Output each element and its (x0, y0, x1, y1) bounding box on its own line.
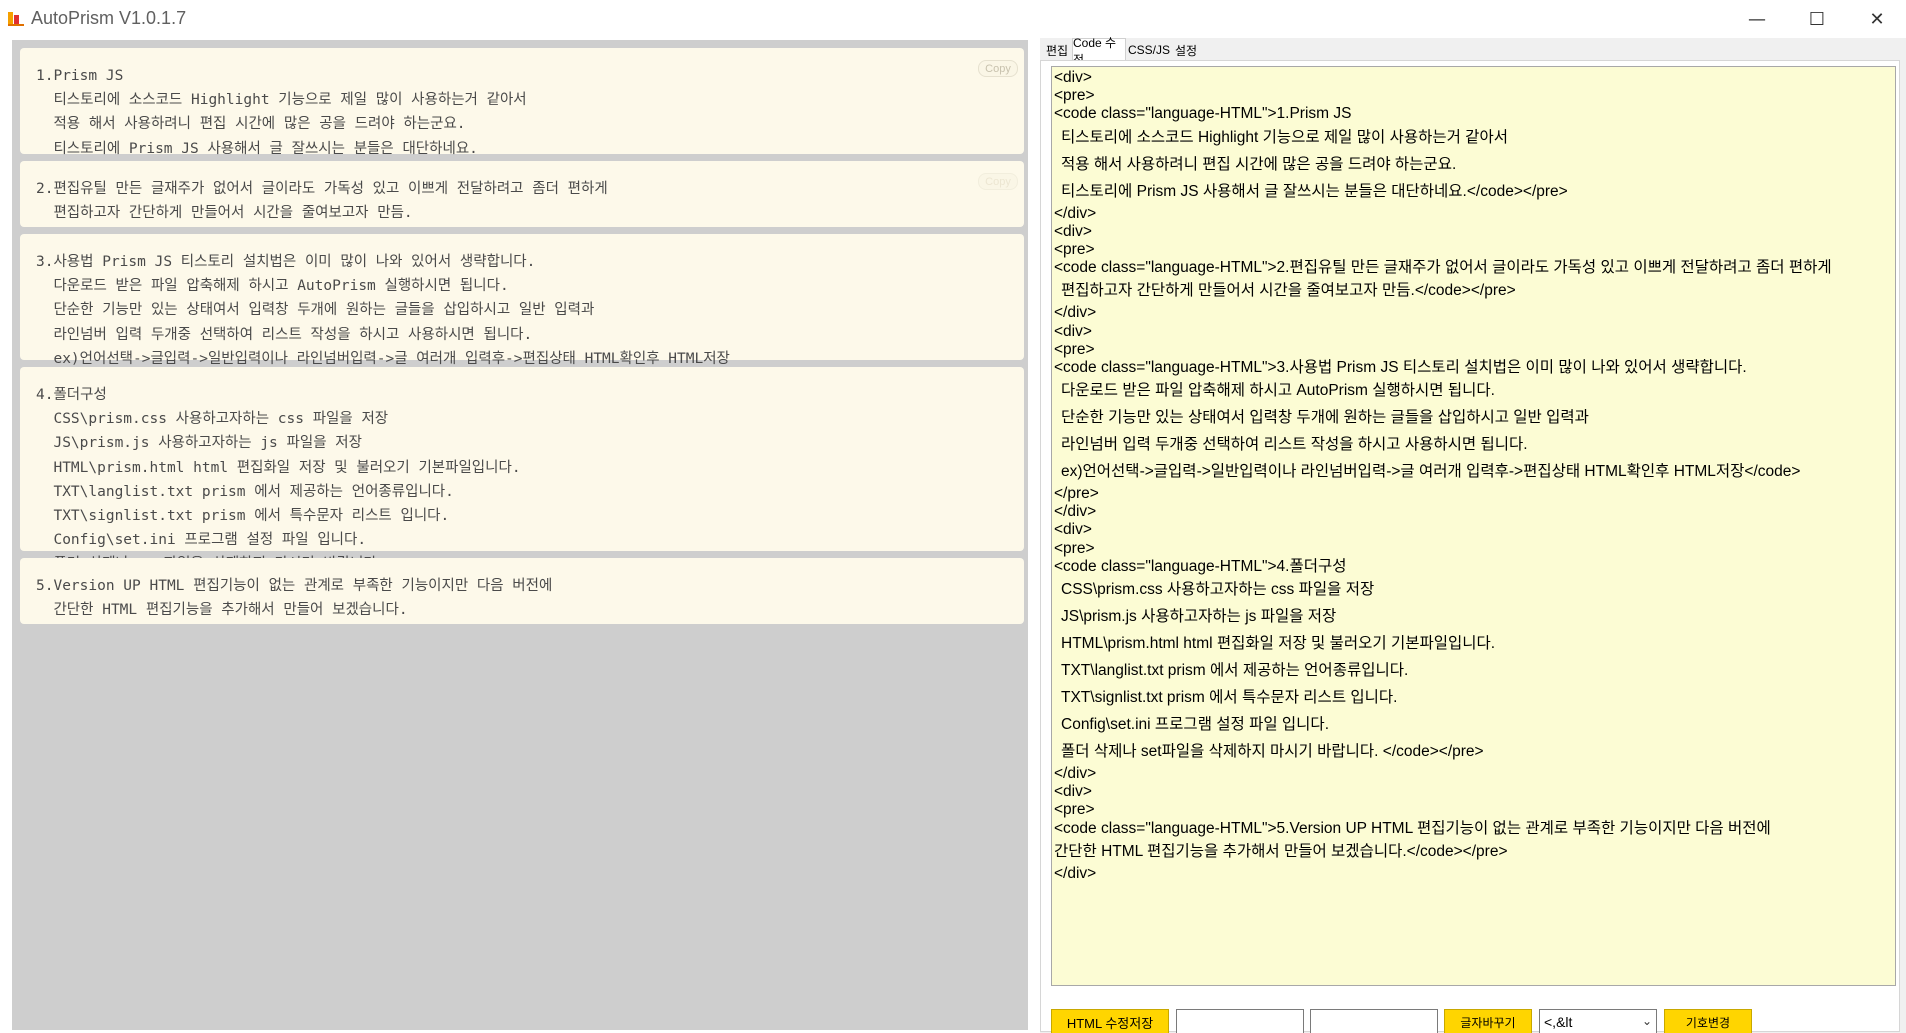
tab-settings[interactable]: 설정 (1172, 40, 1200, 60)
card-line: 다운로드 받은 파일 압축해제 하시고 AutoPrism 실행하시면 됩니다. (36, 278, 509, 295)
code-line: <pre> (1054, 340, 1095, 358)
symbol-change-button[interactable]: 기호변경 (1664, 1009, 1752, 1033)
code-line: <div> (1054, 322, 1092, 340)
code-line: TXT\langlist.txt prism 에서 제공하는 언어종류입니다. (1061, 662, 1409, 679)
code-line: <code class="language-HTML">4.폴더구성 (1054, 557, 1347, 575)
code-line: 티스토리에 소스코드 Highlight 기능으로 제일 많이 사용하는거 같아… (1061, 128, 1508, 146)
copy-button[interactable]: Copy (978, 173, 1018, 190)
code-line: </div> (1054, 864, 1097, 882)
code-line: <code class="language-HTML">2.편집유틸 만든 글재… (1054, 259, 1832, 277)
title-bar: AutoPrism V1.0.1.7 — ☐ ✕ (0, 0, 1906, 38)
bottom-toolbar: HTML 수정저장 글자바꾸기 <,&lt ⌄ 기호변경 (1041, 1009, 1901, 1033)
code-line: 편집하고자 간단하게 만들어서 시간을 줄여보고자 만듬.</code></pr… (1061, 282, 1516, 300)
code-tab-panel: <div> <pre> <code class="language-HTML">1.… (1040, 60, 1901, 1033)
code-line: <pre> (1054, 87, 1095, 105)
close-icon[interactable]: ✕ (1854, 0, 1900, 38)
chevron-down-icon: ⌄ (1641, 1014, 1652, 1028)
replace-text-button[interactable]: 글자바꾸기 (1444, 1009, 1532, 1033)
card-line: TXT\langlist.txt prism 에서 제공하는 언어종류입니다. (36, 483, 454, 500)
code-line: 다운로드 받은 파일 압축해제 하시고 AutoPrism 실행하시면 됩니다. (1061, 382, 1495, 400)
code-line: <code class="language-HTML">3.사용법 Prism … (1054, 358, 1747, 376)
code-line: 폴더 삭제나 set파일을 삭제하지 마시기 바랍니다. </code></pr… (1061, 743, 1484, 760)
app-logo-icon (8, 10, 24, 26)
code-line: </div> (1054, 204, 1097, 222)
card-line: 편집하고자 간단하게 만들어서 시간을 줄여보고자 만듬. (36, 205, 413, 222)
minimize-icon[interactable]: — (1734, 0, 1780, 38)
code-line: ex)언어선택->글입력->일반입력이나 라인넘버입력->글 여러개 입력후->… (1061, 463, 1801, 481)
card-line: 4.폴더구성 (36, 387, 107, 403)
maximize-icon[interactable]: ☐ (1794, 0, 1840, 38)
code-line: </pre> (1054, 485, 1099, 503)
code-line: <div> (1054, 69, 1092, 86)
card-line: TXT\signlist.txt prism 에서 특수문자 리스트 입니다. (36, 508, 450, 525)
code-line: 적용 해서 사용하려니 편집 시간에 많은 공을 드려야 하는군요. (1061, 155, 1457, 173)
tab-css-js[interactable]: CSS/JS (1127, 40, 1171, 60)
card-line: 3.사용법 Prism JS 티스토리 설치법은 이미 많이 나와 있어서 생략… (36, 254, 536, 270)
code-line: JS\prism.js 사용하고자하는 js 파일을 저장 (1061, 608, 1337, 625)
code-card-3: 3.사용법 Prism JS 티스토리 설치법은 이미 많이 나와 있어서 생략… (20, 234, 1024, 367)
html-save-button[interactable]: HTML 수정저장 (1051, 1009, 1169, 1033)
code-card-2: Copy 2.편집유틸 만든 글재주가 없어서 글이라도 가독성 있고 이쁘게 … (20, 161, 1024, 227)
html-code-editor[interactable]: <div> <pre> <code class="language-HTML">1.… (1051, 66, 1896, 986)
symbol-select[interactable]: <,&lt ⌄ (1539, 1009, 1657, 1033)
symbol-select-value: <,&lt (1544, 1014, 1573, 1030)
card-line: 티스토리에 소스코드 Highlight 기능으로 제일 많이 사용하는거 같아… (36, 92, 527, 109)
code-card-1: Copy 1.Prism JS 티스토리에 소스코드 Highlight 기능으… (20, 48, 1024, 157)
code-line: <pre> (1054, 240, 1095, 258)
card-line: 티스토리에 Prism JS 사용해서 글 잘쓰시는 분들은 대단하네요. (36, 140, 478, 157)
code-line: TXT\signlist.txt prism 에서 특수문자 리스트 입니다. (1061, 689, 1398, 706)
code-line: 간단한 HTML 편집기능을 추가해서 만들어 보겠습니다.</code></p… (1054, 842, 1508, 860)
code-line: <pre> (1054, 539, 1095, 557)
card-line: 2.편집유틸 만든 글재주가 없어서 글이라도 가독성 있고 이쁘게 전달하려고… (36, 181, 608, 197)
code-line: </div> (1054, 503, 1097, 521)
code-line: </div> (1054, 304, 1097, 322)
card-line: 라인넘버 입력 두개중 선택하여 리스트 작성을 하시고 사용하시면 됩니다. (36, 326, 533, 343)
card-line: JS\prism.js 사용하고자하는 js 파일을 저장 (36, 435, 362, 452)
card-line: HTML\prism.html html 편집화일 저장 및 불러오기 기본파일… (36, 459, 521, 476)
tab-code-edit[interactable]: Code 수정 (1072, 36, 1126, 67)
card-line: CSS\prism.css 사용하고자하는 css 파일을 저장 (36, 411, 389, 428)
code-line: </div> (1054, 765, 1097, 782)
code-line: 티스토리에 Prism JS 사용해서 글 잘쓰시는 분들은 대단하네요.</c… (1061, 182, 1568, 200)
card-line: 1.Prism JS (36, 68, 124, 84)
code-line: <div> (1054, 222, 1092, 240)
code-line: 단순한 기능만 있는 상태여서 입력창 두개에 원하는 글들을 삽입하시고 일반… (1061, 409, 1589, 427)
tab-edit[interactable]: 편집 (1043, 40, 1071, 60)
preview-pane: Copy 1.Prism JS 티스토리에 소스코드 Highlight 기능으… (12, 40, 1028, 1030)
code-card-4: 4.폴더구성 CSS\prism.css 사용하고자하는 css 파일을 저장 … (20, 367, 1024, 572)
code-line: CSS\prism.css 사용하고자하는 css 파일을 저장 (1061, 581, 1375, 598)
code-line: <code class="language-HTML">1.Prism JS (1054, 105, 1352, 123)
replace-text-input[interactable] (1310, 1009, 1438, 1033)
card-line: Config\set.ini 프로그램 설정 파일 입니다. (36, 532, 367, 549)
code-line: <pre> (1054, 801, 1095, 819)
find-text-input[interactable] (1176, 1009, 1304, 1033)
code-line: 라인넘버 입력 두개중 선택하여 리스트 작성을 하시고 사용하시면 됩니다. (1061, 436, 1528, 454)
copy-button[interactable]: Copy (978, 60, 1018, 77)
window-title: AutoPrism V1.0.1.7 (31, 8, 187, 28)
card-line: 적용 해서 사용하려니 편집 시간에 많은 공을 드려야 하는군요. (36, 116, 466, 133)
card-line: 5.Version UP HTML 편집기능이 없는 관계로 부족한 기능이지만… (36, 578, 553, 594)
code-line: <code class="language-HTML">5.Version UP… (1054, 819, 1771, 837)
card-line: 간단한 HTML 편집기능을 추가해서 만들어 보겠습니다. (36, 602, 408, 619)
code-edit-pane: 편집 Code 수정 CSS/JS 설정 <div><pre><code cla… (1040, 36, 1906, 1033)
code-card-5: 5.Version UP HTML 편집기능이 없는 관계로 부족한 기능이지만… (20, 558, 1024, 624)
code-line: <div> (1054, 783, 1092, 801)
code-line: HTML\prism.html html 편집화일 저장 및 불러오기 기본파일… (1061, 635, 1496, 652)
code-line: <div> (1054, 521, 1092, 539)
code-line: Config\set.ini 프로그램 설정 파일 입니다. (1061, 716, 1329, 733)
card-line: 단순한 기능만 있는 상태여서 입력창 두개에 원하는 글들을 삽입하시고 일반… (36, 302, 595, 319)
tab-strip: 편집 Code 수정 CSS/JS 설정 (1040, 36, 1906, 67)
